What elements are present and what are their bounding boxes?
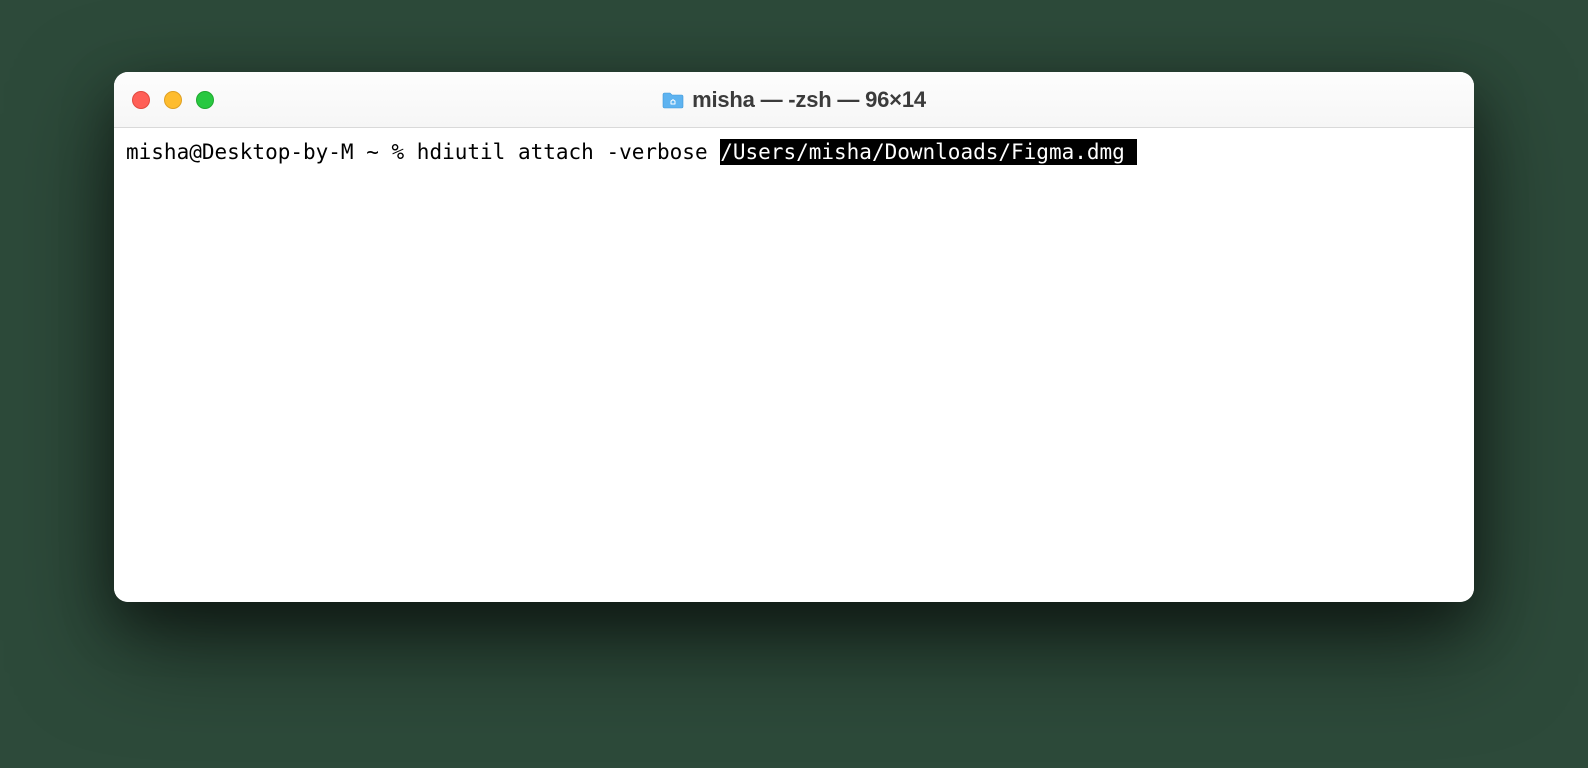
terminal-window: misha — -zsh — 96×14 misha@Desktop-by-M … [114, 72, 1474, 602]
close-icon[interactable] [132, 91, 150, 109]
command-selected-text[interactable]: /Users/misha/Downloads/Figma.dmg [720, 139, 1137, 165]
command-text: hdiutil attach -verbose [417, 140, 720, 164]
zoom-icon[interactable] [196, 91, 214, 109]
title-center: misha — -zsh — 96×14 [114, 87, 1474, 113]
terminal-body[interactable]: misha@Desktop-by-M ~ % hdiutil attach -v… [114, 128, 1474, 602]
traffic-lights [132, 91, 214, 109]
titlebar[interactable]: misha — -zsh — 96×14 [114, 72, 1474, 128]
home-folder-icon [662, 91, 684, 109]
window-title: misha — -zsh — 96×14 [692, 87, 926, 113]
shell-prompt: misha@Desktop-by-M ~ % [126, 140, 417, 164]
minimize-icon[interactable] [164, 91, 182, 109]
